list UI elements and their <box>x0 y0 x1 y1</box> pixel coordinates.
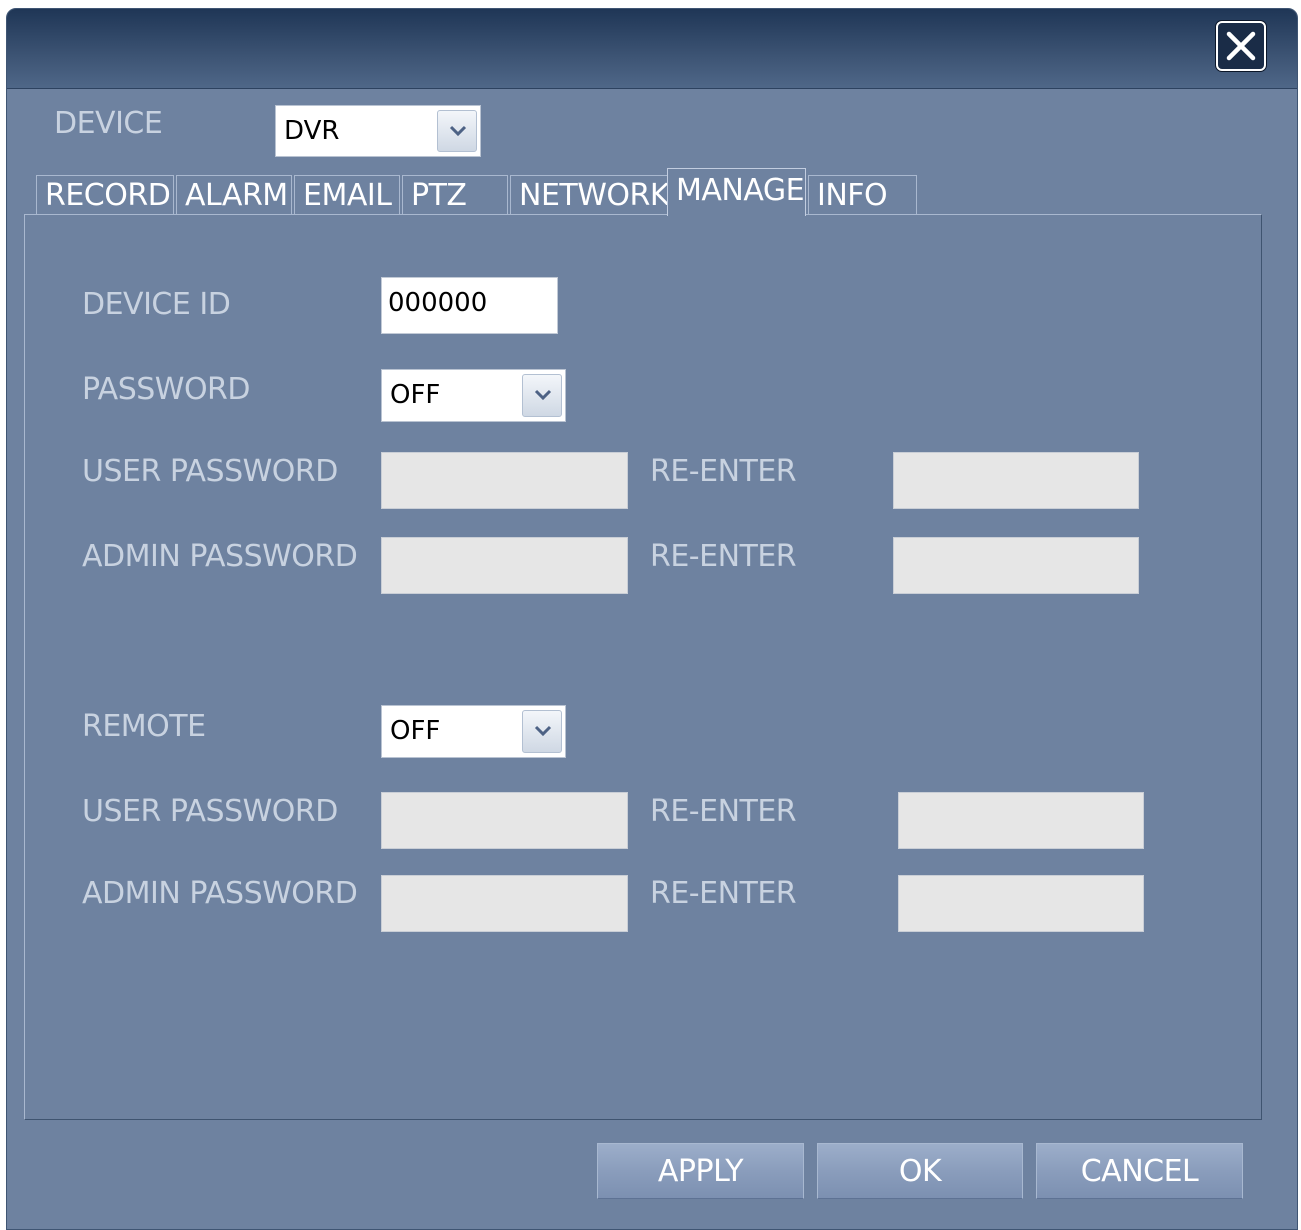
password-select[interactable]: OFF <box>381 369 566 422</box>
remote-admin-password-reenter-label: RE-ENTER <box>650 876 797 911</box>
admin-password-label: ADMIN PASSWORD <box>82 539 358 574</box>
remote-admin-password-input[interactable] <box>381 875 628 932</box>
tab-alarm[interactable]: ALARM <box>176 175 292 215</box>
admin-password-reenter-label: RE-ENTER <box>650 539 797 574</box>
cancel-button[interactable]: CANCEL <box>1036 1143 1243 1199</box>
close-icon <box>1226 31 1256 61</box>
apply-button[interactable]: APPLY <box>597 1143 804 1199</box>
tab-email[interactable]: EMAIL <box>294 175 400 215</box>
remote-label: REMOTE <box>82 709 206 744</box>
tab-manage[interactable]: MANAGE <box>667 168 806 216</box>
user-password-reenter-input[interactable] <box>893 452 1139 509</box>
admin-password-reenter-input[interactable] <box>893 537 1139 594</box>
manage-panel <box>24 214 1262 1120</box>
device-select-value: DVR <box>284 116 340 146</box>
device-label: DEVICE <box>54 106 163 141</box>
admin-password-input[interactable] <box>381 537 628 594</box>
password-select-value: OFF <box>390 380 441 410</box>
password-label: PASSWORD <box>82 372 251 407</box>
remote-dropdown-button[interactable] <box>522 710 562 753</box>
chevron-down-icon <box>534 725 552 737</box>
tab-info[interactable]: INFO <box>808 175 917 215</box>
tab-record[interactable]: RECORD <box>36 175 174 215</box>
remote-admin-password-label: ADMIN PASSWORD <box>82 876 358 911</box>
remote-select[interactable]: OFF <box>381 705 566 758</box>
remote-user-password-reenter-label: RE-ENTER <box>650 794 797 829</box>
remote-user-password-label: USER PASSWORD <box>82 794 338 829</box>
device-select[interactable]: DVR <box>275 105 481 157</box>
device-dropdown-button[interactable] <box>437 110 477 152</box>
user-password-input[interactable] <box>381 452 628 509</box>
remote-user-password-reenter-input[interactable] <box>898 792 1144 849</box>
device-id-label: DEVICE ID <box>82 287 231 322</box>
tab-ptz[interactable]: PTZ <box>402 175 508 215</box>
remote-admin-password-reenter-input[interactable] <box>898 875 1144 932</box>
close-button[interactable] <box>1216 21 1266 71</box>
chevron-down-icon <box>534 389 552 401</box>
tab-network[interactable]: NETWORK <box>510 175 668 215</box>
chevron-down-icon <box>449 125 467 137</box>
user-password-label: USER PASSWORD <box>82 454 338 489</box>
user-password-reenter-label: RE-ENTER <box>650 454 797 489</box>
password-dropdown-button[interactable] <box>522 374 562 417</box>
ok-button[interactable]: OK <box>817 1143 1023 1199</box>
device-id-input[interactable]: 000000 <box>381 277 558 334</box>
remote-user-password-input[interactable] <box>381 792 628 849</box>
title-bar <box>7 9 1297 89</box>
remote-select-value: OFF <box>390 716 441 746</box>
